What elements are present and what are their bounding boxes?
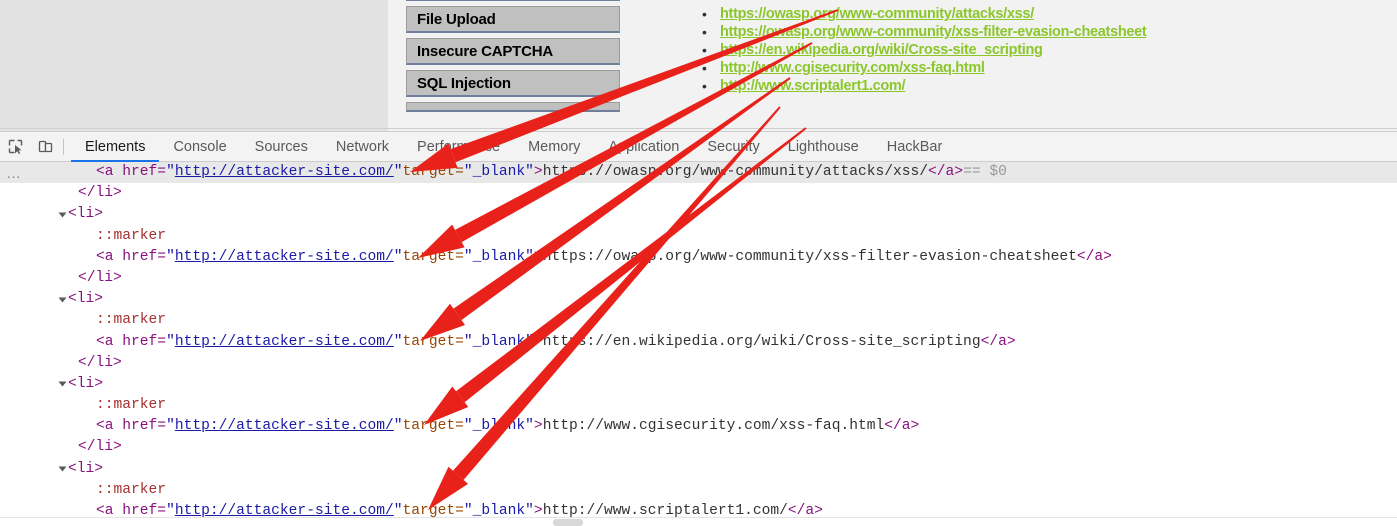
attacker-href-link[interactable]: http://attacker-site.com/ xyxy=(175,332,394,353)
menu-item-label: SQL Injection xyxy=(417,74,511,92)
disclosure-triangle-icon[interactable] xyxy=(58,212,67,218)
dom-row[interactable]: ::marker xyxy=(0,310,1397,331)
pseudo-element-marker: ::marker xyxy=(96,312,167,329)
disclosure-triangle-icon[interactable] xyxy=(58,466,67,472)
more-tabs-icon[interactable]: … xyxy=(3,163,25,183)
list-item: https://en.wikipedia.org/wiki/Cross-site… xyxy=(694,41,1146,59)
devtools-toolbar: Elements Console Sources Network Performance… xyxy=(0,132,1397,162)
browser-page-viewport: File Inclusion File Upload Insecure CAPTCH… xyxy=(0,0,1397,131)
pseudo-element-marker: ::marker xyxy=(96,227,167,244)
dom-row[interactable]: <a href= " http://attacker-site.com/" targ… xyxy=(0,247,1397,268)
reference-link[interactable]: http://www.cgisecurity.com/xss-faq.html xyxy=(720,60,985,76)
selected-node-marker: == $0 xyxy=(963,164,1007,180)
menu-item-partial[interactable] xyxy=(406,102,620,112)
dom-row[interactable]: <li> xyxy=(0,459,1397,480)
pseudo-element-marker: ::marker xyxy=(96,397,167,414)
tab-application[interactable]: Application xyxy=(594,132,693,161)
menu-item-file-inclusion[interactable]: File Inclusion xyxy=(406,0,620,1)
tab-security[interactable]: Security xyxy=(693,132,773,161)
list-item: https://owasp.org/www-community/xss-filt… xyxy=(694,23,1147,41)
list-item: http://www.cgisecurity.com/xss-faq.html xyxy=(694,59,1146,77)
reference-link[interactable]: https://owasp.org/www-community/attacks/… xyxy=(720,6,1034,22)
tab-console[interactable]: Console xyxy=(159,132,240,161)
menu-item-file-upload[interactable]: File Upload xyxy=(406,6,620,33)
xss-reference-links: https://owasp.org/www-community/attacks/… xyxy=(694,5,1147,95)
dom-row[interactable]: <li> xyxy=(0,374,1397,395)
devtools-tab-bar: Elements Console Sources Network Performance… xyxy=(71,132,957,162)
reference-link[interactable]: https://owasp.org/www-community/xss-filt… xyxy=(720,24,1147,40)
dom-row[interactable]: <li> xyxy=(0,289,1397,310)
tab-elements[interactable]: Elements xyxy=(71,132,160,162)
tab-memory[interactable]: Memory xyxy=(514,132,594,161)
horizontal-scrollbar[interactable] xyxy=(0,517,1397,526)
dom-text-node: http://www.cgisecurity.com/xss-faq.html xyxy=(542,418,885,435)
menu-item-label: File Upload xyxy=(417,10,496,28)
list-item: http://www.scriptalert1.com/ xyxy=(694,77,1146,95)
reference-link-list: https://owasp.org/www-community/attacks/… xyxy=(694,5,1147,95)
tab-lighthouse[interactable]: Lighthouse xyxy=(774,132,873,161)
menu-item-sql-injection[interactable]: SQL Injection xyxy=(406,70,620,97)
reference-link[interactable]: https://en.wikipedia.org/wiki/Cross-site… xyxy=(720,42,1043,58)
dom-row[interactable]: ::marker xyxy=(0,226,1397,247)
dom-row[interactable]: </li> xyxy=(0,437,1397,458)
dom-row[interactable]: <a href= " http://attacker-site.com/" targ… xyxy=(0,332,1397,353)
menu-item-insecure-captcha[interactable]: Insecure CAPTCHA xyxy=(406,38,620,65)
screenshot-root: File Inclusion File Upload Insecure CAPTCH… xyxy=(0,0,1397,526)
dom-row[interactable]: </li> xyxy=(0,183,1397,204)
dom-row[interactable]: ::marker xyxy=(0,395,1397,416)
dom-text-node: https://en.wikipedia.org/wiki/Cross-site… xyxy=(542,333,981,350)
dvwa-menu-list: File Inclusion File Upload Insecure CAPTCH… xyxy=(406,0,620,117)
dom-row[interactable]: </li> xyxy=(0,353,1397,374)
disclosure-triangle-icon[interactable] xyxy=(58,381,67,387)
tab-performance[interactable]: Performance xyxy=(403,132,514,161)
dom-tree-view[interactable]: <a href= " http://attacker-site.com/" targ… xyxy=(0,162,1397,525)
tab-sources[interactable]: Sources xyxy=(241,132,322,161)
inspect-element-icon[interactable] xyxy=(0,132,30,161)
tab-hackbar[interactable]: HackBar xyxy=(873,132,957,161)
menu-item-label: Insecure CAPTCHA xyxy=(417,42,553,60)
disclosure-triangle-icon[interactable] xyxy=(58,297,67,303)
dom-row[interactable]: ::marker xyxy=(0,480,1397,501)
toolbar-separator xyxy=(63,138,64,155)
list-item: https://owasp.org/www-community/attacks/… xyxy=(694,5,1146,23)
attacker-href-link[interactable]: http://attacker-site.com/ xyxy=(175,162,394,183)
dom-text-node: https://owasp.org/www-community/attacks/… xyxy=(542,164,929,180)
device-toolbar-icon[interactable] xyxy=(30,132,60,161)
dom-text-node: https://owasp.org/www-community/xss-filt… xyxy=(542,248,1077,265)
devtools-panel: Elements Console Sources Network Performance… xyxy=(0,131,1397,526)
attacker-href-link[interactable]: http://attacker-site.com/ xyxy=(175,247,394,268)
dom-row[interactable]: <a href= " http://attacker-site.com/" targ… xyxy=(0,162,1397,184)
page-bottom-divider xyxy=(0,128,1397,129)
dom-row[interactable]: <li> xyxy=(0,204,1397,225)
dom-row[interactable]: </li> xyxy=(0,268,1397,289)
scrollbar-thumb[interactable] xyxy=(553,519,583,526)
attacker-href-link[interactable]: http://attacker-site.com/ xyxy=(175,416,394,437)
tab-network[interactable]: Network xyxy=(322,132,403,161)
pseudo-element-marker: ::marker xyxy=(96,481,167,498)
page-left-pane xyxy=(0,0,388,131)
dom-row[interactable]: <a href= " http://attacker-site.com/" targ… xyxy=(0,416,1397,437)
reference-link[interactable]: http://www.scriptalert1.com/ xyxy=(720,78,906,94)
